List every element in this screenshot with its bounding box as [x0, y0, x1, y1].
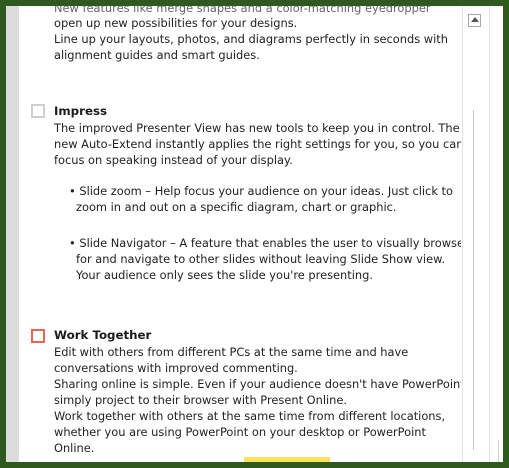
text-line: Sharing online is simple. Even if your a… — [54, 377, 461, 391]
bullet-slide-zoom: • Slide zoom – Help focus your audience … — [69, 184, 453, 198]
text-line: Your audience only sees the slide you're… — [76, 268, 373, 282]
impress-heading: Impress — [54, 104, 107, 118]
text-line: Online. — [54, 441, 95, 455]
vertical-scrollbar[interactable] — [462, 6, 489, 462]
text-line: alignment guides and smart guides. — [54, 48, 260, 62]
text-line: Edit with others from different PCs at t… — [54, 345, 409, 359]
window-frame: New features like merge shapes and a col… — [0, 0, 509, 468]
work-together-heading: Work Together — [54, 328, 152, 342]
right-pane-edge — [489, 6, 503, 462]
text-line: simply project to their browser with Pre… — [54, 393, 348, 407]
scroll-track[interactable] — [473, 110, 474, 450]
text-line: whether you are using PowerPoint on your… — [54, 425, 426, 439]
divider — [498, 440, 499, 462]
text-line: open up new possibilities for your desig… — [54, 16, 298, 30]
scroll-up-arrow-icon — [471, 17, 479, 22]
text-line: The improved Presenter View has new tool… — [54, 121, 460, 135]
text-line: focus on speaking instead of your displa… — [54, 153, 293, 167]
bullet-slide-navigator: • Slide Navigator – A feature that enabl… — [69, 236, 461, 250]
whats-new-panel: New features like merge shapes and a col… — [19, 6, 461, 462]
scroll-up-button[interactable] — [468, 14, 481, 27]
work-together-checkbox-icon[interactable] — [31, 329, 45, 343]
text-line: new Auto-Extend instantly applies the ri… — [54, 137, 461, 151]
text-line: zoom in and out on a specific diagram, c… — [76, 200, 397, 214]
highlight-decoration — [244, 457, 330, 462]
impress-checkbox-icon[interactable] — [31, 104, 45, 118]
text-line: for and navigate to other slides without… — [76, 252, 445, 266]
text-line: Work together with others at the same ti… — [54, 409, 446, 423]
text-line: Line up your layouts, photos, and diagra… — [54, 32, 448, 46]
text-line: conversations with improved commenting. — [54, 361, 298, 375]
left-gray-edge — [6, 6, 19, 462]
